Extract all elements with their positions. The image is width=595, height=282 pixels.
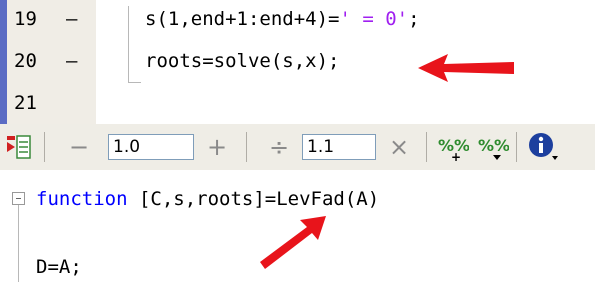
breakpoint-marker-19[interactable]: – — [66, 8, 77, 30]
svg-text:+: + — [451, 150, 461, 163]
breakpoint-marker-20[interactable]: – — [66, 50, 77, 72]
svg-text:%%: %% — [478, 136, 509, 155]
cell-value-input-2[interactable] — [302, 134, 376, 160]
minus-icon — [16, 198, 21, 199]
multiply-button[interactable]: × — [382, 130, 416, 164]
code-fold-line — [18, 205, 19, 282]
toolbar-separator — [426, 132, 427, 162]
gutter-accent-bar — [0, 0, 7, 124]
keyword-function: function — [36, 188, 128, 210]
decrement-button[interactable]: − — [62, 130, 96, 164]
function-declaration-line[interactable]: function [C,s,roots]=LevFad(A) — [36, 188, 379, 210]
cell-toolbar: − + ÷ × %% + %% — [0, 124, 595, 170]
code-text: s(1,end+1:end+4)= — [145, 8, 340, 30]
code-line-19[interactable]: s(1,end+1:end+4)=' = 0'; — [145, 8, 420, 30]
code-text: roots=solve(s,x); — [145, 50, 340, 72]
code-text: [C,s,roots]=LevFad(A) — [127, 188, 380, 210]
cell-percent-increase-icon[interactable]: %% + — [436, 130, 470, 164]
insert-cell-icon[interactable] — [2, 130, 36, 164]
toolbar-separator — [516, 132, 517, 162]
divide-button[interactable]: ÷ — [262, 130, 296, 164]
toolbar-separator — [246, 132, 247, 162]
red-arrow-annotation — [416, 50, 516, 86]
line-number-19: 19 — [14, 8, 37, 30]
collapse-toggle-icon[interactable] — [12, 192, 25, 205]
string-literal: ' = 0' — [339, 8, 409, 30]
code-line-assignment[interactable]: D=A; — [36, 256, 82, 278]
cell-value-input-1[interactable] — [108, 134, 194, 160]
line-number-21: 21 — [14, 92, 37, 114]
info-icon[interactable] — [526, 130, 560, 164]
red-arrow-annotation — [256, 212, 330, 274]
code-text: ; — [408, 8, 420, 30]
line-number-20: 20 — [14, 50, 37, 72]
increment-button[interactable]: + — [200, 130, 234, 164]
code-fold-end — [128, 66, 141, 83]
code-line-20[interactable]: roots=solve(s,x); — [145, 50, 339, 72]
cell-percent-decrease-icon[interactable]: %% — [476, 130, 510, 164]
toolbar-separator — [44, 132, 45, 162]
